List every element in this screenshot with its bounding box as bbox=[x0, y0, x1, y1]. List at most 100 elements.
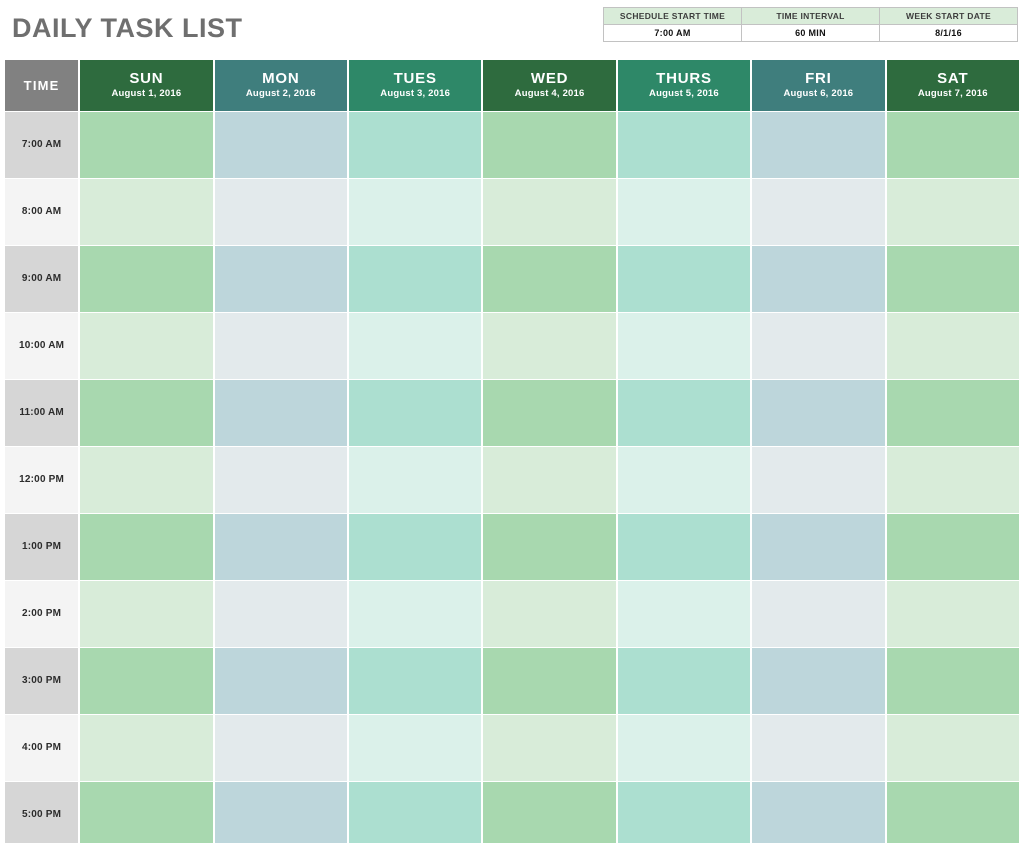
task-cell[interactable] bbox=[78, 512, 215, 581]
task-cell[interactable] bbox=[78, 445, 215, 514]
settings-header-schedule-start-time: SCHEDULE START TIME bbox=[603, 7, 742, 25]
time-slot-label: 4:00 PM bbox=[2, 713, 81, 782]
task-cell[interactable] bbox=[750, 110, 887, 179]
task-cell[interactable] bbox=[884, 177, 1022, 246]
task-cell[interactable] bbox=[884, 512, 1022, 581]
task-cell[interactable] bbox=[346, 177, 484, 246]
task-cell[interactable] bbox=[346, 378, 484, 447]
task-cell[interactable] bbox=[212, 579, 350, 648]
task-cell[interactable] bbox=[212, 646, 350, 715]
schedule-row: 10:00 AM bbox=[2, 311, 1022, 380]
task-cell[interactable] bbox=[750, 244, 887, 313]
task-cell[interactable] bbox=[750, 579, 887, 648]
page-title: DAILY TASK LIST bbox=[12, 13, 243, 43]
task-cell[interactable] bbox=[212, 110, 350, 179]
task-cell[interactable] bbox=[481, 780, 618, 843]
task-cell[interactable] bbox=[346, 110, 484, 179]
task-cell[interactable] bbox=[481, 311, 618, 380]
day-abbreviation: FRI bbox=[805, 69, 832, 87]
schedule-settings-table: SCHEDULE START TIME TIME INTERVAL WEEK S… bbox=[603, 7, 1018, 42]
task-cell[interactable] bbox=[615, 311, 753, 380]
task-cell[interactable] bbox=[78, 177, 215, 246]
task-cell[interactable] bbox=[884, 311, 1022, 380]
task-cell[interactable] bbox=[346, 244, 484, 313]
settings-value-time-interval[interactable]: 60 MIN bbox=[741, 24, 880, 42]
task-cell[interactable] bbox=[481, 579, 618, 648]
settings-value-schedule-start-time[interactable]: 7:00 AM bbox=[603, 24, 742, 42]
task-cell[interactable] bbox=[78, 110, 215, 179]
task-cell[interactable] bbox=[481, 378, 618, 447]
task-cell[interactable] bbox=[346, 311, 484, 380]
task-cell[interactable] bbox=[78, 311, 215, 380]
task-cell[interactable] bbox=[884, 646, 1022, 715]
task-cell[interactable] bbox=[78, 378, 215, 447]
task-cell[interactable] bbox=[481, 244, 618, 313]
task-cell[interactable] bbox=[884, 713, 1022, 782]
task-cell[interactable] bbox=[481, 713, 618, 782]
task-cell[interactable] bbox=[346, 646, 484, 715]
column-header-mon: MON August 2, 2016 bbox=[212, 60, 350, 111]
task-cell[interactable] bbox=[750, 445, 887, 514]
day-abbreviation: THURS bbox=[656, 69, 712, 87]
task-cell[interactable] bbox=[78, 646, 215, 715]
task-cell[interactable] bbox=[212, 311, 350, 380]
task-cell[interactable] bbox=[750, 512, 887, 581]
task-cell[interactable] bbox=[78, 780, 215, 843]
weekly-schedule-grid: TIME SUN August 1, 2016 MON August 2, 2016 T… bbox=[2, 60, 1022, 843]
schedule-row: 7:00 AM bbox=[2, 110, 1022, 179]
task-cell[interactable] bbox=[615, 512, 753, 581]
task-cell[interactable] bbox=[346, 579, 484, 648]
task-cell[interactable] bbox=[884, 110, 1022, 179]
task-cell[interactable] bbox=[212, 177, 350, 246]
daily-task-list-page: DAILY TASK LIST SCHEDULE START TIME TIME… bbox=[0, 0, 1024, 843]
task-cell[interactable] bbox=[884, 378, 1022, 447]
task-cell[interactable] bbox=[78, 713, 215, 782]
day-date: August 2, 2016 bbox=[245, 87, 316, 99]
task-cell[interactable] bbox=[212, 780, 350, 843]
task-cell[interactable] bbox=[212, 713, 350, 782]
task-cell[interactable] bbox=[78, 244, 215, 313]
task-cell[interactable] bbox=[750, 713, 887, 782]
task-cell[interactable] bbox=[750, 177, 887, 246]
task-cell[interactable] bbox=[615, 177, 753, 246]
day-abbreviation: WED bbox=[530, 69, 569, 87]
settings-header-week-start-date: WEEK START DATE bbox=[879, 7, 1018, 25]
task-cell[interactable] bbox=[615, 445, 753, 514]
task-cell[interactable] bbox=[212, 445, 350, 514]
task-cell[interactable] bbox=[884, 445, 1022, 514]
task-cell[interactable] bbox=[750, 378, 887, 447]
task-cell[interactable] bbox=[615, 646, 753, 715]
task-cell[interactable] bbox=[615, 780, 753, 843]
task-cell[interactable] bbox=[615, 713, 753, 782]
column-header-sun: SUN August 1, 2016 bbox=[78, 60, 215, 111]
task-cell[interactable] bbox=[212, 512, 350, 581]
task-cell[interactable] bbox=[346, 780, 484, 843]
day-date: August 3, 2016 bbox=[380, 87, 451, 99]
task-cell[interactable] bbox=[884, 244, 1022, 313]
task-cell[interactable] bbox=[884, 579, 1022, 648]
task-cell[interactable] bbox=[481, 512, 618, 581]
settings-value-week-start-date[interactable]: 8/1/16 bbox=[879, 24, 1018, 42]
task-cell[interactable] bbox=[481, 646, 618, 715]
schedule-row: 9:00 AM bbox=[2, 244, 1022, 313]
task-cell[interactable] bbox=[615, 110, 753, 179]
task-cell[interactable] bbox=[615, 244, 753, 313]
schedule-row: 2:00 PM bbox=[2, 579, 1022, 648]
settings-value-row: 7:00 AM 60 MIN 8/1/16 bbox=[603, 24, 1018, 42]
task-cell[interactable] bbox=[212, 378, 350, 447]
task-cell[interactable] bbox=[212, 244, 350, 313]
task-cell[interactable] bbox=[481, 445, 618, 514]
task-cell[interactable] bbox=[346, 445, 484, 514]
task-cell[interactable] bbox=[615, 378, 753, 447]
task-cell[interactable] bbox=[481, 110, 618, 179]
task-cell[interactable] bbox=[78, 579, 215, 648]
day-abbreviation: TUES bbox=[393, 69, 437, 87]
task-cell[interactable] bbox=[346, 713, 484, 782]
task-cell[interactable] bbox=[750, 780, 887, 843]
task-cell[interactable] bbox=[750, 646, 887, 715]
task-cell[interactable] bbox=[884, 780, 1022, 843]
task-cell[interactable] bbox=[481, 177, 618, 246]
task-cell[interactable] bbox=[615, 579, 753, 648]
task-cell[interactable] bbox=[346, 512, 484, 581]
task-cell[interactable] bbox=[750, 311, 887, 380]
